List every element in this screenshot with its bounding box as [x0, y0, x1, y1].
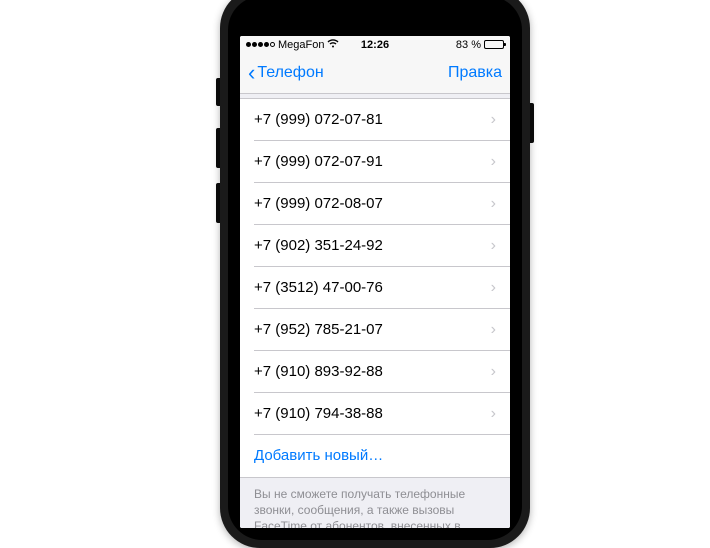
add-new-row[interactable]: Добавить новый…	[240, 435, 510, 477]
phone-frame: MegaFon 12:26 83 % ‹ Телефон Правка	[220, 0, 530, 548]
chevron-right-icon: ›	[491, 237, 496, 255]
phone-number: +7 (910) 794-38-88	[254, 405, 383, 422]
status-right: 83 %	[456, 39, 504, 51]
phone-number: +7 (999) 072-08-07	[254, 195, 383, 212]
add-new-label: Добавить новый…	[254, 447, 383, 464]
phone-bezel: MegaFon 12:26 83 % ‹ Телефон Правка	[228, 0, 522, 540]
blocked-list: +7 (999) 072-07-81 › +7 (999) 072-07-91 …	[240, 98, 510, 478]
volume-up-button	[216, 128, 220, 168]
blocked-number-row[interactable]: +7 (999) 072-07-81 ›	[240, 99, 510, 141]
volume-down-button	[216, 183, 220, 223]
battery-percent: 83 %	[456, 39, 481, 51]
chevron-right-icon: ›	[491, 111, 496, 129]
blocked-number-row[interactable]: +7 (952) 785-21-07 ›	[240, 309, 510, 351]
phone-number: +7 (902) 351-24-92	[254, 237, 383, 254]
battery-icon	[484, 40, 504, 49]
phone-number: +7 (952) 785-21-07	[254, 321, 383, 338]
status-left: MegaFon	[246, 39, 339, 51]
edit-button[interactable]: Правка	[448, 64, 502, 82]
chevron-right-icon: ›	[491, 405, 496, 423]
back-button[interactable]: ‹ Телефон	[248, 62, 324, 84]
blocked-number-row[interactable]: +7 (999) 072-07-91 ›	[240, 141, 510, 183]
blocked-number-row[interactable]: +7 (910) 893-92-88 ›	[240, 351, 510, 393]
status-time: 12:26	[361, 39, 389, 51]
content-scroll[interactable]: +7 (999) 072-07-81 › +7 (999) 072-07-91 …	[240, 94, 510, 528]
chevron-right-icon: ›	[491, 321, 496, 339]
chevron-right-icon: ›	[491, 153, 496, 171]
phone-number: +7 (910) 893-92-88	[254, 363, 383, 380]
nav-bar: ‹ Телефон Правка	[240, 54, 510, 94]
signal-strength-icon	[246, 42, 275, 47]
chevron-left-icon: ‹	[248, 62, 255, 84]
footer-note: Вы не сможете получать телефонные звонки…	[240, 478, 510, 528]
wifi-icon	[327, 39, 339, 51]
phone-number: +7 (3512) 47-00-76	[254, 279, 383, 296]
status-bar: MegaFon 12:26 83 %	[240, 36, 510, 54]
carrier-label: MegaFon	[278, 39, 324, 51]
power-button	[530, 103, 534, 143]
chevron-right-icon: ›	[491, 279, 496, 297]
blocked-number-row[interactable]: +7 (999) 072-08-07 ›	[240, 183, 510, 225]
chevron-right-icon: ›	[491, 195, 496, 213]
chevron-right-icon: ›	[491, 363, 496, 381]
phone-number: +7 (999) 072-07-91	[254, 153, 383, 170]
phone-number: +7 (999) 072-07-81	[254, 111, 383, 128]
blocked-number-row[interactable]: +7 (902) 351-24-92 ›	[240, 225, 510, 267]
back-label: Телефон	[257, 64, 323, 82]
blocked-number-row[interactable]: +7 (910) 794-38-88 ›	[240, 393, 510, 435]
mute-switch	[216, 78, 220, 106]
screen: MegaFon 12:26 83 % ‹ Телефон Правка	[240, 36, 510, 528]
blocked-number-row[interactable]: +7 (3512) 47-00-76 ›	[240, 267, 510, 309]
